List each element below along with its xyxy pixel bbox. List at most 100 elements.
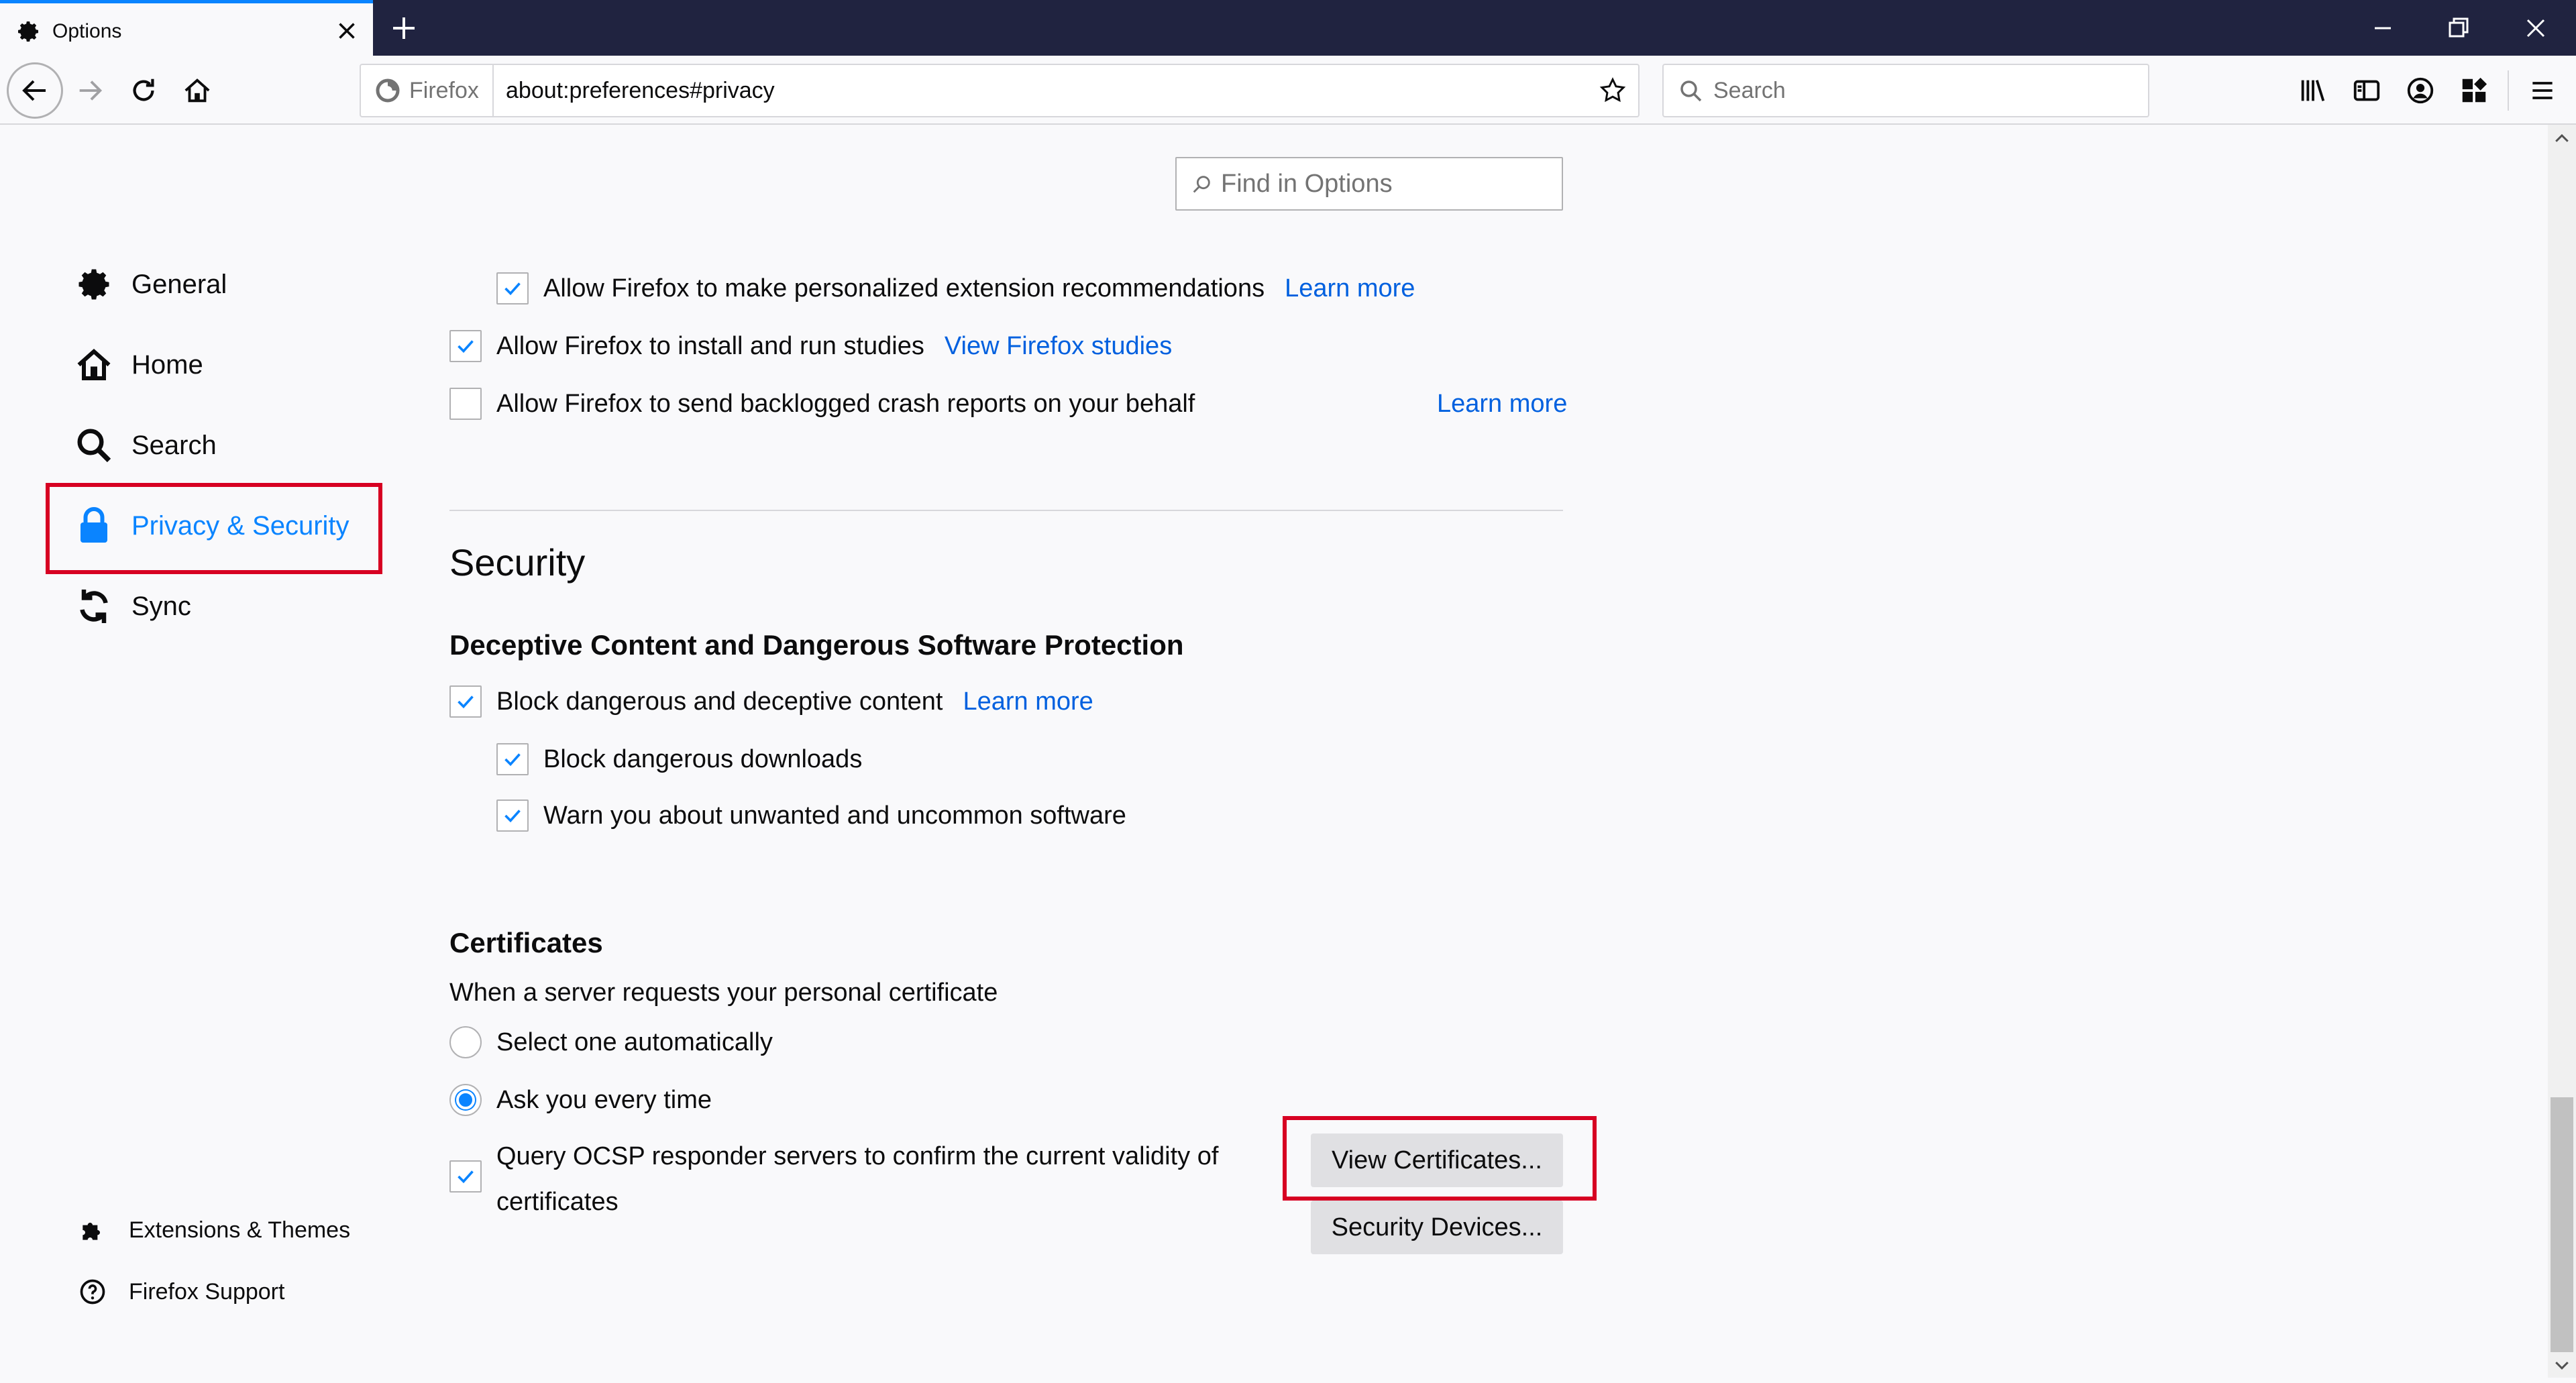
learn-more-link[interactable]: Learn more: [1437, 384, 1567, 424]
radio-unselected[interactable]: [449, 1026, 482, 1058]
search-input[interactable]: [1713, 70, 2129, 111]
sidebar-item-label: General: [131, 269, 227, 299]
search-icon: [77, 429, 111, 463]
sidebar-button[interactable]: [2345, 69, 2388, 112]
account-button[interactable]: [2399, 69, 2442, 112]
subsection-heading-certificates: Certificates: [449, 927, 603, 958]
ask-every-time-option[interactable]: Ask you every time: [449, 1080, 712, 1120]
footer-link-label: Firefox Support: [129, 1278, 285, 1305]
toolbar-separator: [2508, 70, 2509, 111]
section-heading-security: Security: [449, 541, 586, 584]
identity-label: Firefox: [409, 77, 479, 103]
tab-title: Options: [52, 20, 122, 42]
sidebar-icon: [2353, 80, 2380, 101]
radio-dot: [456, 1091, 475, 1109]
checkbox-checked[interactable]: [496, 799, 529, 832]
view-studies-link[interactable]: View Firefox studies: [945, 332, 1172, 361]
crash-reports-option[interactable]: Allow Firefox to send backlogged crash r…: [449, 384, 1195, 424]
block-downloads-option[interactable]: Block dangerous downloads: [496, 739, 862, 779]
learn-more-link[interactable]: Learn more: [963, 687, 1093, 716]
window-close-icon[interactable]: [2520, 12, 2552, 44]
find-in-options[interactable]: [1175, 157, 1563, 211]
chevron-down-icon[interactable]: [2552, 1355, 2572, 1375]
restore-icon[interactable]: [2442, 12, 2474, 44]
unwanted-software-option[interactable]: Warn you about unwanted and uncommon sof…: [496, 795, 1126, 836]
checkbox-unchecked[interactable]: [449, 388, 482, 420]
checkbox-checked[interactable]: [449, 330, 482, 362]
sidebar-item-sync[interactable]: Sync: [74, 579, 191, 633]
arrow-left-icon: [22, 80, 46, 101]
library-icon: [2301, 80, 2325, 101]
arrow-right-icon: [79, 80, 103, 101]
select-automatically-option[interactable]: Select one automatically: [449, 1022, 773, 1062]
security-devices-button[interactable]: Security Devices...: [1311, 1201, 1563, 1254]
hamburger-icon: [2532, 82, 2553, 99]
close-icon[interactable]: [333, 17, 361, 45]
grid-icon: [2462, 77, 2487, 103]
url-text[interactable]: about:preferences#privacy: [506, 65, 775, 116]
search-icon: [1680, 80, 1702, 102]
subsection-heading: Deceptive Content and Dangerous Software…: [449, 629, 1184, 661]
checkmark-icon: [504, 282, 521, 296]
find-input[interactable]: [1221, 164, 1543, 204]
home-button[interactable]: [176, 69, 219, 112]
reload-button[interactable]: [122, 69, 165, 112]
puzzle-icon: [83, 1223, 100, 1240]
checkmark-icon: [504, 753, 521, 767]
minimize-icon[interactable]: [2367, 12, 2399, 44]
menu-button[interactable]: [2521, 69, 2564, 112]
tab-options[interactable]: Options: [0, 0, 373, 56]
checkbox-checked[interactable]: [449, 685, 482, 718]
footer-link-label: Extensions & Themes: [129, 1217, 351, 1243]
checkmark-icon: [504, 810, 521, 823]
sidebar-item-search[interactable]: Search: [74, 419, 217, 472]
sidebar-item-label: Sync: [131, 591, 191, 621]
navigation-toolbar: Firefox about:preferences#privacy: [0, 56, 2576, 125]
extensions-button[interactable]: [2453, 69, 2496, 112]
option-label: Block dangerous downloads: [543, 744, 863, 773]
sync-icon: [80, 590, 108, 623]
star-icon[interactable]: [1598, 76, 1627, 105]
learn-more-link[interactable]: Learn more: [1285, 274, 1415, 303]
studies-option[interactable]: Allow Firefox to install and run studies…: [449, 326, 1172, 366]
highlight-box: [46, 483, 382, 574]
firefox-logo-icon: [376, 78, 400, 103]
chevron-up-icon[interactable]: [2552, 129, 2572, 149]
highlight-box: [1283, 1116, 1597, 1201]
scrollbar-thumb[interactable]: [2551, 1097, 2573, 1352]
back-button[interactable]: [7, 62, 63, 119]
checkbox-checked[interactable]: [496, 743, 529, 775]
option-label: Warn you about unwanted and uncommon sof…: [543, 801, 1126, 830]
url-bar[interactable]: Firefox about:preferences#privacy: [360, 64, 1640, 117]
ocsp-label-line1: Query OCSP responder servers to confirm …: [496, 1142, 1219, 1170]
radio-selected[interactable]: [449, 1084, 482, 1116]
checkbox-checked[interactable]: [496, 272, 529, 305]
search-bar[interactable]: [1662, 64, 2149, 117]
library-button[interactable]: [2292, 69, 2334, 112]
firefox-support-link[interactable]: Firefox Support: [78, 1272, 284, 1312]
sidebar-item-label: Search: [131, 430, 217, 460]
ocsp-label-line2: certificates: [496, 1188, 619, 1216]
identity-box[interactable]: Firefox: [374, 65, 494, 116]
reload-icon: [133, 78, 154, 101]
sidebar-item-home[interactable]: Home: [74, 338, 203, 392]
sidebar-item-label: Home: [131, 349, 203, 380]
extensions-themes-link[interactable]: Extensions & Themes: [78, 1210, 350, 1250]
preferences-page: General Home Search Privacy & Security S…: [0, 125, 2548, 1378]
checkmark-icon: [458, 1170, 474, 1184]
block-deceptive-option[interactable]: Block dangerous and deceptive content Le…: [449, 681, 1093, 722]
help-icon: [80, 1279, 105, 1305]
option-label: Allow Firefox to install and run studies: [496, 331, 924, 360]
forward-button[interactable]: [68, 69, 111, 112]
extension-recommendations-option[interactable]: Allow Firefox to make personalized exten…: [496, 268, 1415, 309]
section-divider: [449, 510, 1563, 511]
new-tab-icon[interactable]: [388, 12, 420, 44]
gear-icon: [78, 269, 109, 300]
search-icon: [1193, 176, 1210, 193]
sidebar-item-general[interactable]: General: [74, 258, 227, 311]
option-label: Block dangerous and deceptive content: [496, 687, 943, 716]
option-label: Select one automatically: [496, 1028, 773, 1056]
ocsp-checkbox[interactable]: [449, 1160, 482, 1193]
option-label: Allow Firefox to make personalized exten…: [543, 274, 1265, 302]
gear-icon: [18, 21, 38, 42]
